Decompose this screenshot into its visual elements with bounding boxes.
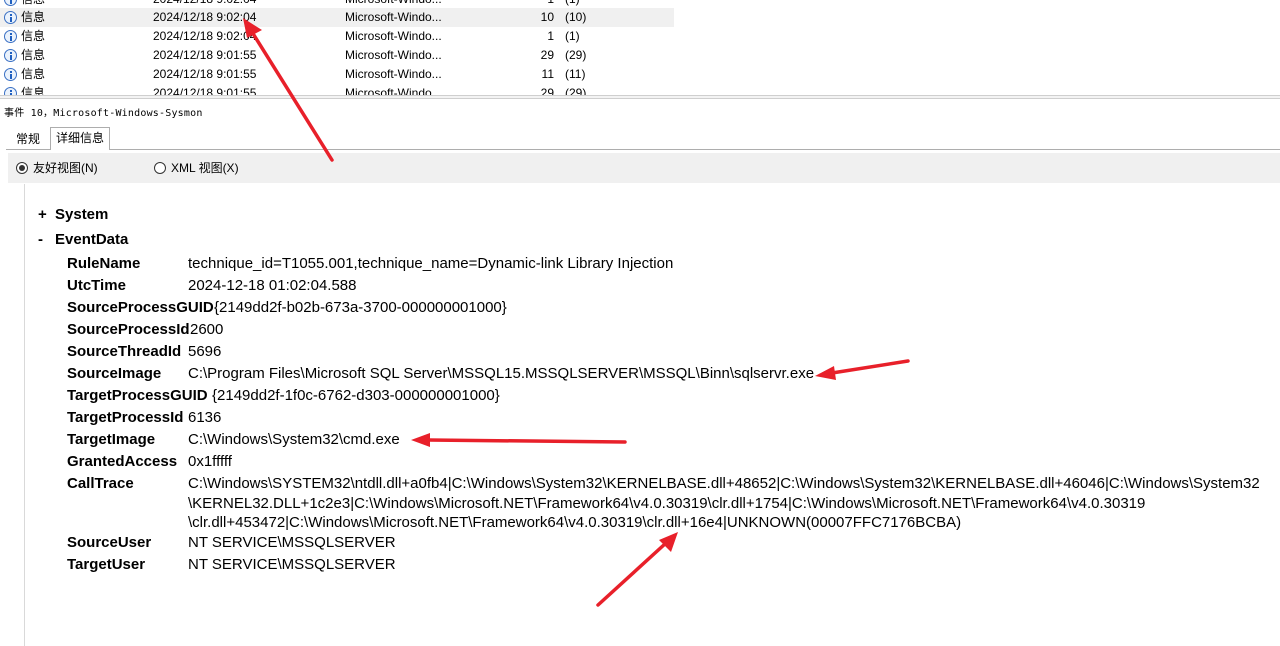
pane-splitter[interactable] [0, 95, 1280, 99]
info-icon [4, 30, 17, 43]
field-value-sourceuser: NT SERVICE\MSSQLSERVER [188, 534, 396, 551]
event-source: Microsoft-Windo... [345, 67, 442, 81]
event-list[interactable]: 信息 2024/12/18 9:02:04 Microsoft-Windo...… [0, 0, 674, 95]
field-value-sourceprocessid: 2600 [190, 321, 224, 338]
field-value-sourceprocessguid: {2149dd2f-b02b-673a-3700-000000001000} [214, 299, 507, 316]
field-value-targetimage: C:\Windows\System32\cmd.exe [188, 431, 400, 448]
field-name-rulename: RuleName [67, 255, 141, 272]
tab-details[interactable]: 详细信息 [50, 127, 110, 150]
field-name-utctime: UtcTime [67, 277, 126, 294]
event-level: 信息 [21, 48, 46, 62]
event-level: 信息 [21, 10, 46, 24]
event-id: 1 [547, 29, 554, 43]
event-level: 信息 [21, 86, 46, 95]
event-date: 2024/12/18 9:02:04 [153, 10, 257, 24]
field-name-targetimage: TargetImage [67, 431, 156, 448]
field-name-targetprocessguid: TargetProcessGUID [67, 387, 208, 404]
event-date: 2024/12/18 9:01:55 [153, 86, 257, 95]
event-source: Microsoft-Windo... [345, 86, 442, 95]
event-row[interactable]: 信息 2024/12/18 9:01:55 Microsoft-Windo...… [0, 84, 674, 95]
field-name-calltrace: CallTrace [67, 475, 134, 492]
friendly-view-label[interactable]: 友好视图(N) [33, 161, 98, 175]
field-value-targetprocessguid: {2149dd2f-1f0c-6762-d303-000000001000} [212, 387, 500, 404]
field-name-targetuser: TargetUser [67, 556, 146, 573]
event-level: 信息 [21, 67, 46, 81]
event-detail-title: 事件 10，Microsoft-Windows-Sysmon [4, 108, 203, 119]
field-value-targetuser: NT SERVICE\MSSQLSERVER [188, 556, 396, 573]
tab-divider [6, 149, 1280, 150]
event-date: 2024/12/18 9:01:55 [153, 48, 257, 62]
event-category: (11) [565, 67, 586, 81]
xml-view-label[interactable]: XML 视图(X) [171, 161, 239, 175]
field-value-sourceimage: C:\Program Files\Microsoft SQL Server\MS… [188, 365, 815, 382]
collapse-eventdata-toggle[interactable]: - [38, 231, 43, 249]
event-category: (1) [565, 29, 580, 43]
eventdata-node-label[interactable]: EventData [55, 231, 128, 249]
field-name-targetprocessid: TargetProcessId [67, 409, 184, 426]
field-name-grantedaccess: GrantedAccess [67, 453, 178, 470]
field-value-sourcethreadid: 5696 [188, 343, 222, 360]
event-source: Microsoft-Windo... [345, 10, 442, 24]
event-date: 2024/12/18 9:02:04 [153, 29, 257, 43]
event-id: 29 [540, 86, 554, 95]
field-name-sourceprocessid: SourceProcessId [67, 321, 190, 338]
event-date: 2024/12/18 9:01:55 [153, 67, 257, 81]
event-id: 11 [541, 67, 554, 81]
tab-strip: 常规 详细信息 [0, 127, 1280, 150]
calltrace-line: \clr.dll+453472|C:\Windows\Microsoft.NET… [188, 514, 962, 531]
field-name-sourceprocessguid: SourceProcessGUID [67, 299, 214, 316]
event-row[interactable]: 信息 2024/12/18 9:01:55 Microsoft-Windo...… [0, 46, 674, 65]
calltrace-line: \KERNEL32.DLL+1c2e3|C:\Windows\Microsoft… [188, 494, 1146, 512]
event-source: Microsoft-Windo... [345, 29, 442, 43]
calltrace-line: C:\Windows\SYSTEM32\ntdll.dll+a0fb4|C:\W… [188, 475, 1260, 492]
info-icon [4, 49, 17, 62]
event-row[interactable]: 信息 2024/12/18 9:02:04 Microsoft-Windo...… [0, 27, 674, 46]
info-icon [4, 0, 17, 6]
event-category: (29) [565, 86, 587, 95]
field-value-rulename: technique_id=T1055.001,technique_name=Dy… [188, 255, 674, 272]
event-category: (10) [565, 10, 587, 24]
event-viewer-window: 信息 2024/12/18 9:02:04 Microsoft-Windo...… [0, 0, 1280, 646]
event-row-selected[interactable]: 信息 2024/12/18 9:02:04 Microsoft-Windo...… [0, 8, 674, 27]
event-data-tree: + System - EventData RuleName technique_… [24, 184, 1280, 646]
field-value-calltrace: C:\Windows\SYSTEM32\ntdll.dll+a0fb4|C:\W… [188, 474, 1280, 533]
info-icon [4, 11, 17, 24]
xml-view-radio[interactable] [154, 162, 166, 174]
field-name-sourceuser: SourceUser [67, 534, 152, 551]
friendly-view-radio[interactable] [16, 162, 28, 174]
tab-general[interactable]: 常规 [8, 129, 48, 149]
event-row[interactable]: 信息 2024/12/18 9:01:55 Microsoft-Windo...… [0, 65, 674, 84]
field-value-utctime: 2024-12-18 01:02:04.588 [188, 277, 357, 294]
event-id: 10 [540, 10, 554, 24]
view-options-bar: 友好视图(N) XML 视图(X) [8, 153, 1280, 183]
event-category: (29) [565, 48, 587, 62]
expand-system-toggle[interactable]: + [38, 206, 47, 224]
field-name-sourceimage: SourceImage [67, 365, 162, 382]
field-value-grantedaccess: 0x1fffff [188, 453, 232, 470]
info-icon [4, 87, 17, 95]
event-id: 29 [540, 48, 554, 62]
event-source: Microsoft-Windo... [345, 48, 442, 62]
field-value-targetprocessid: 6136 [188, 409, 222, 426]
system-node-label[interactable]: System [55, 206, 108, 224]
event-level: 信息 [21, 29, 46, 43]
info-icon [4, 68, 17, 81]
field-name-sourcethreadid: SourceThreadId [67, 343, 182, 360]
